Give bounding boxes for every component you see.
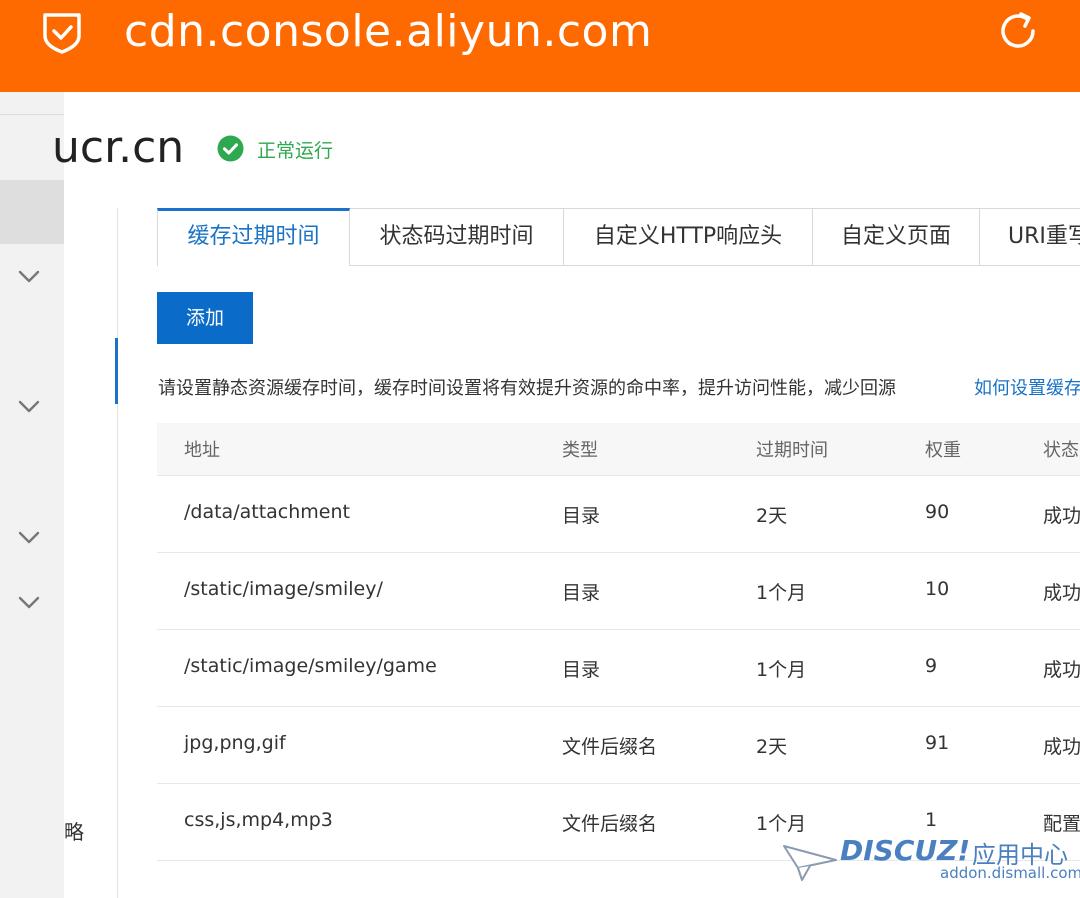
cell-expiry: 2天 <box>756 505 788 527</box>
cell-status: 成功 <box>1043 505 1080 527</box>
table-row[interactable]: /static/image/smiley/ 目录 1个月 10 成功 <box>157 552 1080 630</box>
cell-expiry: 1个月 <box>756 659 807 681</box>
cell-status: 成功 <box>1043 582 1080 604</box>
cell-address: /static/image/smiley/ <box>184 578 383 600</box>
column-header-weight: 权重 <box>925 440 961 461</box>
cell-type: 目录 <box>562 582 601 604</box>
add-button[interactable]: 添加 <box>157 292 253 344</box>
chevron-down-icon[interactable] <box>18 596 40 610</box>
sidebar-item-label[interactable]: 略 <box>64 816 84 845</box>
cell-address: css,js,mp4,mp3 <box>184 809 333 831</box>
column-header-status: 状态 <box>1043 440 1079 461</box>
cell-address: jpg,png,gif <box>184 732 286 754</box>
column-header-expiry: 过期时间 <box>756 440 828 461</box>
subnav-active-indicator <box>115 338 118 404</box>
cell-type: 目录 <box>562 659 601 681</box>
sidebar-item-active[interactable] <box>0 180 64 244</box>
column-header-type: 类型 <box>562 440 598 461</box>
cell-weight: 1 <box>925 809 938 831</box>
cell-type: 目录 <box>562 505 601 527</box>
cell-type: 文件后缀名 <box>562 736 658 758</box>
paper-plane-icon <box>783 845 837 881</box>
tab-cache-expiry[interactable]: 缓存过期时间 <box>157 208 350 266</box>
cell-weight: 9 <box>925 655 938 677</box>
chevron-down-icon[interactable] <box>18 270 40 284</box>
cell-status: 配置 <box>1043 813 1080 835</box>
page-title: ucr.cn <box>52 122 185 173</box>
cell-expiry: 2天 <box>756 736 788 758</box>
cell-status: 成功 <box>1043 736 1080 758</box>
column-header-address: 地址 <box>184 440 220 461</box>
cell-expiry: 1个月 <box>756 813 807 835</box>
shield-check-icon[interactable] <box>42 12 82 54</box>
table-header: 地址 类型 过期时间 权重 状态 <box>157 423 1080 476</box>
chevron-down-icon[interactable] <box>18 531 40 545</box>
cell-expiry: 1个月 <box>756 582 807 604</box>
cell-address: /data/attachment <box>184 501 350 523</box>
check-circle-icon <box>217 135 244 162</box>
chevron-down-icon[interactable] <box>18 400 40 414</box>
status-badge: 正常运行 <box>257 140 334 162</box>
sidebar-divider <box>0 114 64 115</box>
cell-address: /static/image/smiley/game <box>184 655 437 677</box>
tab-bar: 缓存过期时间 状态码过期时间 自定义HTTP响应头 自定义页面 URI重写 <box>157 208 1080 266</box>
cell-status: 成功 <box>1043 659 1080 681</box>
tab-custom-http-header[interactable]: 自定义HTTP响应头 <box>563 208 813 265</box>
table-row[interactable]: /data/attachment 目录 2天 90 成功 <box>157 475 1080 553</box>
tab-status-code-expiry[interactable]: 状态码过期时间 <box>349 208 564 265</box>
subnav-divider <box>117 208 118 898</box>
table-row[interactable]: jpg,png,gif 文件后缀名 2天 91 成功 <box>157 706 1080 784</box>
help-link[interactable]: 如何设置缓存 <box>974 374 1080 400</box>
reload-icon[interactable] <box>995 8 1041 54</box>
watermark-brand: DISCUZ! <box>840 834 971 867</box>
table-row[interactable]: /static/image/smiley/game 目录 1个月 9 成功 <box>157 629 1080 707</box>
cell-weight: 90 <box>925 501 950 523</box>
cell-weight: 10 <box>925 578 950 600</box>
watermark-url: addon.dismall.com <box>940 864 1080 882</box>
hint-text: 请设置静态资源缓存时间，缓存时间设置将有效提升资源的命中率，提升访问性能，减少回… <box>158 378 896 399</box>
tab-custom-page[interactable]: 自定义页面 <box>812 208 980 265</box>
watermark: DISCUZ! 应用中心 addon.dismall.com <box>782 834 1080 898</box>
tab-uri-rewrite[interactable]: URI重写 <box>979 208 1080 265</box>
cell-type: 文件后缀名 <box>562 813 658 835</box>
url-text[interactable]: cdn.console.aliyun.com <box>124 6 652 58</box>
sidebar <box>0 92 64 898</box>
browser-address-bar: cdn.console.aliyun.com <box>0 0 1080 92</box>
cell-weight: 91 <box>925 732 950 754</box>
